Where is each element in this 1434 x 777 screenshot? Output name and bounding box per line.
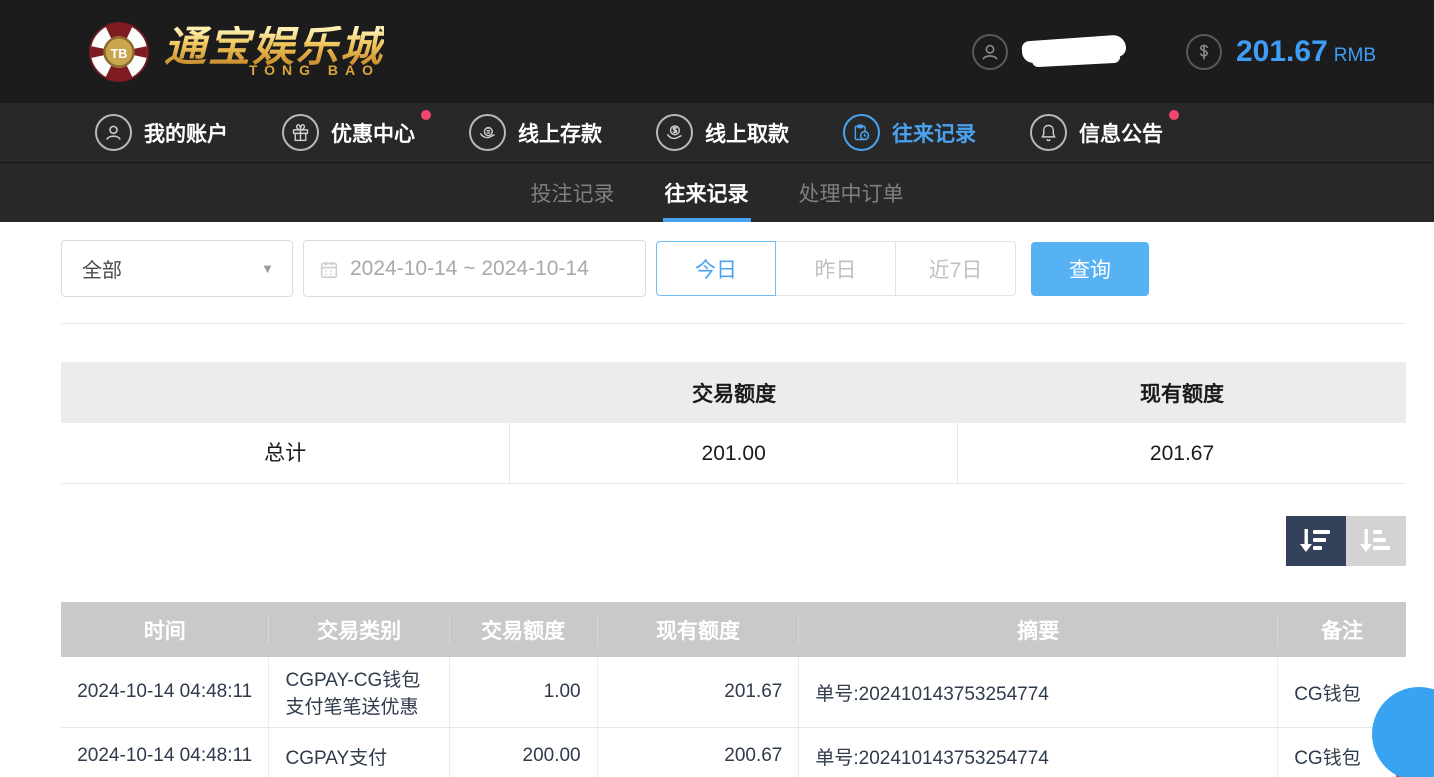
site-logo[interactable]: TB 通宝娱乐城 TONG BAO bbox=[88, 21, 384, 83]
user-area: ~~~~~ 201.67RMB bbox=[972, 33, 1376, 70]
nav-label: 优惠中心 bbox=[331, 122, 415, 146]
last7days-button[interactable]: 近7日 bbox=[896, 241, 1016, 296]
date-range-input[interactable]: 2024-10-14 ~ 2024-10-14 bbox=[303, 240, 646, 297]
sort-ascending-icon bbox=[1360, 529, 1390, 552]
type-select[interactable]: 全部 ▼ bbox=[61, 240, 293, 297]
nav-label: 我的账户 bbox=[144, 122, 228, 146]
sort-controls bbox=[61, 516, 1406, 566]
col-header-type: 交易类别 bbox=[269, 614, 450, 645]
record-tabs: 投注记录 往来记录 处理中订单 bbox=[0, 163, 1434, 222]
bell-icon bbox=[1030, 114, 1067, 151]
summary-table: 交易额度 现有额度 总计 201.00 201.67 bbox=[61, 362, 1406, 484]
cell-balance: 200.67 bbox=[598, 728, 800, 777]
casino-chip-icon: TB bbox=[88, 21, 150, 82]
type-select-value: 全部 bbox=[82, 260, 122, 282]
summary-total-row: 总计 201.00 201.67 bbox=[61, 423, 1406, 484]
quick-date-buttons: 今日 昨日 近7日 bbox=[656, 241, 1016, 296]
cell-summary: 单号:202410143753254774 bbox=[799, 657, 1279, 727]
cell-type: CGPAY-CG钱包支付笔笔送优惠 bbox=[269, 657, 450, 727]
summary-total-balance: 201.67 bbox=[1149, 442, 1215, 465]
cell-type: CGPAY支付 bbox=[269, 728, 450, 777]
summary-header-transaction: 交易额度 bbox=[692, 382, 777, 406]
col-header-balance: 现有额度 bbox=[598, 614, 800, 645]
tab-processing-orders[interactable]: 处理中订单 bbox=[797, 163, 906, 222]
nav-item-announcements[interactable]: 信息公告 bbox=[1030, 110, 1179, 151]
sort-descending-icon bbox=[1300, 529, 1330, 552]
cell-amount: 1.00 bbox=[450, 657, 598, 727]
account-icon bbox=[95, 114, 132, 151]
records-icon bbox=[843, 114, 880, 151]
balance-currency: RMB bbox=[1333, 44, 1376, 66]
tab-betting-records[interactable]: 投注记录 bbox=[529, 163, 617, 222]
cell-time: 2024-10-14 04:48:11 bbox=[61, 728, 270, 777]
nav-item-records[interactable]: 往来记录 bbox=[843, 114, 976, 151]
divider bbox=[61, 323, 1406, 324]
censored-username: ~~~~~ bbox=[1021, 33, 1127, 69]
deposit-icon bbox=[469, 114, 506, 151]
today-button[interactable]: 今日 bbox=[656, 241, 776, 296]
chevron-down-icon: ▼ bbox=[261, 261, 274, 276]
nav-item-withdraw[interactable]: 线上取款 bbox=[656, 114, 789, 151]
user-avatar-icon[interactable] bbox=[972, 33, 1008, 70]
balance-display: 201.67 RMB bbox=[1236, 35, 1376, 69]
records-table-header: 时间 交易类别 交易额度 现有额度 摘要 备注 bbox=[61, 602, 1406, 657]
nav-label: 线上存款 bbox=[518, 122, 602, 146]
calendar-icon bbox=[318, 258, 340, 280]
summary-total-label: 总计 bbox=[61, 423, 511, 484]
col-header-time: 时间 bbox=[61, 614, 270, 645]
summary-header-balance: 现有额度 bbox=[1140, 382, 1225, 406]
summary-total-transaction: 201.00 bbox=[510, 423, 959, 484]
nav-item-promotions[interactable]: 优惠中心 bbox=[282, 110, 431, 151]
col-header-amount: 交易额度 bbox=[450, 614, 598, 645]
table-row: 2024-10-14 04:48:11 CGPAY支付 200.00 200.6… bbox=[61, 728, 1406, 777]
notification-dot bbox=[421, 110, 431, 120]
search-button[interactable]: 查询 bbox=[1031, 241, 1149, 296]
col-header-summary: 摘要 bbox=[799, 614, 1279, 645]
top-header: TB 通宝娱乐城 TONG BAO ~~~~~ 201.67RMB bbox=[0, 0, 1434, 103]
summary-table-header: 交易额度 现有额度 bbox=[61, 362, 1406, 423]
cell-amount: 200.00 bbox=[450, 728, 598, 777]
sort-ascending-button[interactable] bbox=[1346, 516, 1406, 566]
table-row: 2024-10-14 04:48:11 CGPAY-CG钱包支付笔笔送优惠 1.… bbox=[61, 657, 1406, 728]
main-nav: 我的账户 优惠中心 线上存款 线上取款 往来记录 信息公告 bbox=[0, 103, 1434, 163]
nav-label: 往来记录 bbox=[892, 122, 976, 146]
nav-item-deposit[interactable]: 线上存款 bbox=[469, 114, 602, 151]
cell-summary: 单号:202410143753254774 bbox=[799, 728, 1279, 777]
svg-text:TB: TB bbox=[111, 46, 128, 60]
nav-label: 线上取款 bbox=[705, 122, 789, 146]
records-table: 时间 交易类别 交易额度 现有额度 摘要 备注 2024-10-14 04:48… bbox=[61, 602, 1406, 777]
tab-transaction-records[interactable]: 往来记录 bbox=[662, 163, 751, 222]
cell-balance: 201.67 bbox=[598, 657, 800, 727]
logo-subtitle: TONG BAO bbox=[248, 61, 381, 78]
balance-amount: 201.67 bbox=[1236, 34, 1328, 68]
date-range-value: 2024-10-14 ~ 2024-10-14 bbox=[350, 256, 589, 280]
filter-row: 全部 ▼ 2024-10-14 ~ 2024-10-14 今日 昨日 近7日 查… bbox=[61, 240, 1406, 297]
content-area: 全部 ▼ 2024-10-14 ~ 2024-10-14 今日 昨日 近7日 查… bbox=[0, 222, 1434, 777]
yesterday-button[interactable]: 昨日 bbox=[776, 241, 896, 296]
cell-time: 2024-10-14 04:48:11 bbox=[61, 657, 270, 727]
gift-icon bbox=[282, 114, 319, 151]
notification-dot bbox=[1169, 110, 1179, 120]
coin-icon bbox=[1186, 33, 1222, 70]
sort-descending-button[interactable] bbox=[1286, 516, 1346, 566]
col-header-remark: 备注 bbox=[1321, 619, 1364, 643]
nav-item-my-account[interactable]: 我的账户 bbox=[95, 114, 228, 151]
nav-label: 信息公告 bbox=[1079, 122, 1163, 146]
withdraw-icon bbox=[656, 114, 693, 151]
